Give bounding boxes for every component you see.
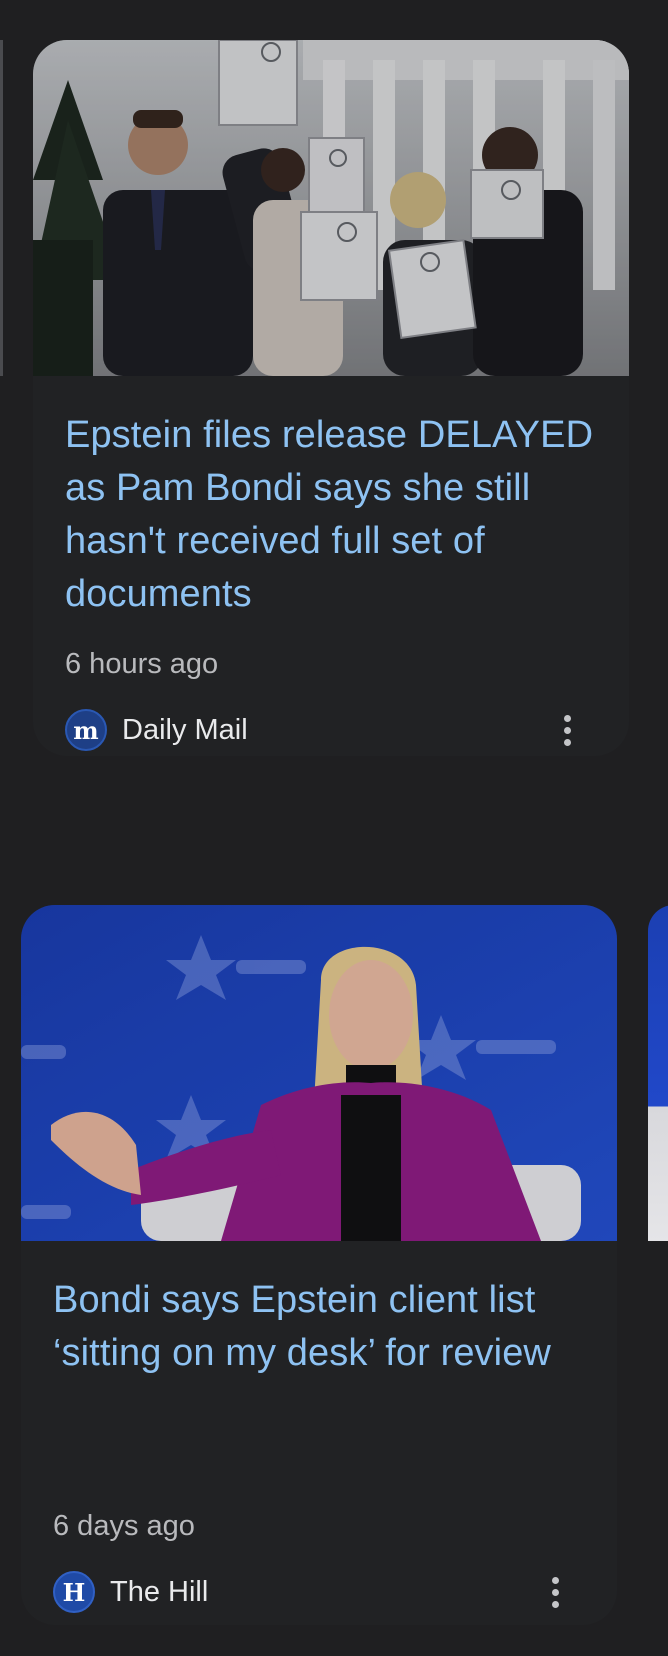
dot-icon xyxy=(551,1576,559,1584)
article-photo xyxy=(21,905,617,1241)
article-image[interactable] xyxy=(33,40,629,376)
source-name: Daily Mail xyxy=(122,713,248,746)
dot-icon xyxy=(551,1588,559,1596)
next-card-peek[interactable] xyxy=(648,905,668,1241)
the-hill-logo-icon: H xyxy=(53,1571,95,1613)
article-image[interactable] xyxy=(21,905,617,1241)
dot-icon xyxy=(551,1600,559,1608)
article-timestamp: 6 days ago xyxy=(53,1510,195,1542)
article-card[interactable]: Bondi says Epstein client list ‘sitting … xyxy=(21,905,617,1625)
source-name: The Hill xyxy=(110,1575,209,1608)
source-row: m Daily Mail xyxy=(65,708,597,752)
daily-mail-logo-icon: m xyxy=(65,709,107,751)
article-photo xyxy=(33,40,629,376)
article-headline[interactable]: Bondi says Epstein client list ‘sitting … xyxy=(53,1241,585,1486)
dot-icon xyxy=(563,738,571,746)
article-card[interactable]: Epstein files release DELAYED as Pam Bon… xyxy=(33,40,629,756)
more-options-button[interactable] xyxy=(555,708,579,752)
more-options-button[interactable] xyxy=(543,1570,567,1614)
article-headline[interactable]: Epstein files release DELAYED as Pam Bon… xyxy=(65,376,597,621)
article-timestamp: 6 hours ago xyxy=(65,648,219,680)
previous-card-peek[interactable] xyxy=(0,40,3,376)
dot-icon xyxy=(563,714,571,722)
dot-icon xyxy=(563,726,571,734)
source-row: H The Hill xyxy=(53,1570,585,1614)
